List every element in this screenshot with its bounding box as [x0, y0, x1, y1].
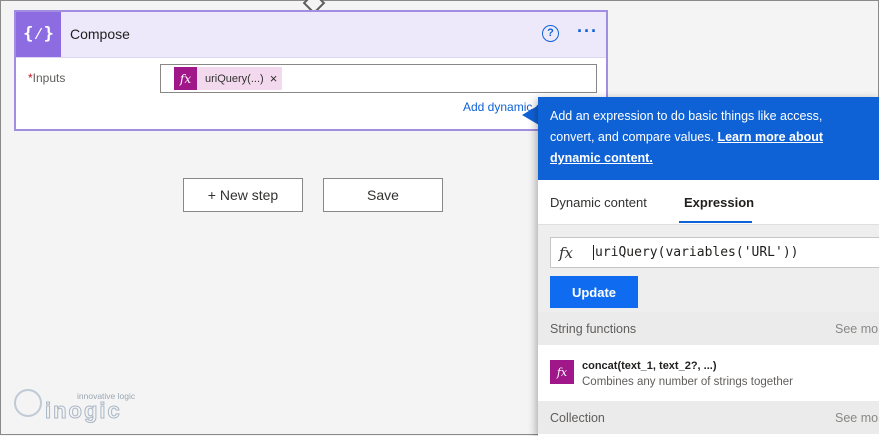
panel-info-banner: Add an expression to do basic things lik… [538, 97, 879, 180]
see-more-link[interactable]: See more [835, 411, 879, 425]
inogic-logo: innovative logic inogic [13, 388, 143, 428]
expression-input[interactable]: fx uriQuery(variables('URL')) [550, 237, 879, 268]
panel-caret [522, 105, 539, 125]
expression-area: fx uriQuery(variables('URL')) [538, 225, 879, 276]
update-row: Update [538, 276, 879, 312]
compose-action-card[interactable]: {⁄} Compose ? ··· *Inputs fx uriQuery(..… [14, 10, 608, 131]
compose-header[interactable]: {⁄} Compose ? ··· [16, 12, 606, 58]
inputs-field[interactable]: fx uriQuery(...) × [160, 64, 597, 93]
function-name: concat(text_1, text_2?, ...) [582, 360, 717, 372]
fx-icon: fx [174, 67, 197, 90]
section-title: Collection [550, 411, 605, 425]
dynamic-content-panel: Add an expression to do basic things lik… [538, 97, 879, 436]
tab-expression[interactable]: Expression [684, 195, 754, 210]
fx-icon: fx [550, 360, 574, 384]
logo-word: inogic [45, 398, 122, 424]
fx-icon: fx [559, 244, 574, 262]
panel-tabs: Dynamic content Expression [538, 180, 879, 225]
tab-dynamic-content[interactable]: Dynamic content [550, 195, 647, 210]
expression-token[interactable]: fx uriQuery(...) × [174, 67, 283, 90]
section-header-collection: Collection See more [538, 401, 879, 434]
save-button[interactable]: Save [323, 178, 443, 212]
see-more-link[interactable]: See more [835, 322, 879, 336]
inputs-label-text: Inputs [32, 71, 66, 85]
more-options-icon[interactable]: ··· [577, 21, 598, 42]
function-item-concat[interactable]: fx concat(text_1, text_2?, ...) Combines… [538, 345, 879, 401]
close-icon[interactable]: × [270, 71, 283, 86]
help-icon[interactable]: ? [542, 25, 559, 42]
expression-input-value: uriQuery(variables('URL')) [593, 245, 799, 260]
update-button[interactable]: Update [550, 276, 638, 308]
section-header-string-functions: String functions See more [538, 312, 879, 345]
function-description: Combines any number of strings together [582, 376, 793, 388]
section-title: String functions [550, 322, 637, 336]
inputs-label: *Inputs [28, 71, 65, 85]
token-label: uriQuery(...) [205, 72, 264, 85]
new-step-button[interactable]: + New step [183, 178, 303, 212]
logo-mark-icon [14, 389, 42, 417]
compose-title: Compose [70, 26, 130, 42]
active-tab-indicator [679, 221, 752, 223]
compose-icon: {⁄} [16, 12, 61, 57]
